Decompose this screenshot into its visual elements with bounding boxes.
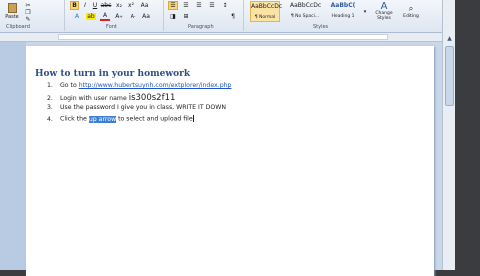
clipboard-group-label: Clipboard	[6, 24, 30, 30]
username-text: is300s2f11	[128, 93, 176, 103]
align-right-icon[interactable]: ☰	[194, 1, 204, 10]
change-styles-icon: A	[380, 1, 388, 12]
justify-icon[interactable]: ☰	[207, 1, 217, 10]
underline-button[interactable]: U	[91, 1, 99, 10]
group-labels: Clipboard Font Paragraph Styles	[0, 23, 480, 32]
borders-icon[interactable]: ⊞	[181, 12, 191, 21]
grow-font-icon[interactable]: A +	[114, 12, 124, 21]
list-number: 4.	[47, 115, 53, 123]
editing-label: Editing	[403, 14, 419, 19]
style-name: Heading 1	[331, 14, 355, 19]
ribbon: Paste ✂ ❐ ✎ B I U abc x₂ x² Aa A ab A A +…	[0, 0, 480, 33]
font-color-icon[interactable]: A	[100, 12, 110, 21]
font-group-label: Font	[106, 24, 117, 30]
styles-scroll-icon[interactable]: ▾	[362, 1, 368, 22]
document-page[interactable]	[26, 46, 434, 276]
style-sample: AaBbCcDc	[290, 2, 322, 9]
line-spacing-icon[interactable]: ↕	[220, 1, 230, 10]
window-border	[455, 0, 480, 270]
styles-group-label: Styles	[313, 24, 329, 30]
style-normal[interactable]: AaBbCcDc ¶ Normal	[250, 1, 283, 22]
superscript-button[interactable]: x²	[126, 1, 136, 10]
clear-formatting-icon[interactable]: Aa	[140, 1, 149, 10]
editing-button[interactable]: ⌕ Editing	[400, 0, 422, 23]
paste-label: Paste	[5, 14, 19, 20]
item-text-tail: to select and upload file	[116, 115, 193, 123]
ruler-text-area	[58, 34, 388, 40]
format-painter-icon[interactable]: ✎	[24, 16, 32, 23]
paragraph-group-label: Paragraph	[188, 24, 214, 30]
style-no-spacing[interactable]: AaBbCcDc ¶ No Spaci...	[290, 1, 322, 22]
document-heading[interactable]: How to turn in your homework	[35, 69, 190, 79]
subscript-button[interactable]: x₂	[114, 1, 124, 10]
vertical-ruler	[0, 42, 26, 270]
list-number: 1.	[47, 82, 53, 89]
vertical-scrollbar[interactable]: ▲	[442, 0, 456, 270]
align-center-icon[interactable]: ☰	[181, 1, 191, 10]
strikethrough-button[interactable]: abc	[101, 1, 112, 10]
horizontal-ruler[interactable]	[0, 33, 442, 42]
clipboard-icon	[7, 3, 17, 13]
bold-button[interactable]: B	[70, 1, 79, 10]
style-sample: AaBbCcDc	[251, 3, 283, 10]
list-item[interactable]: 3. Use the password I give you in class, …	[47, 104, 231, 115]
instruction-list[interactable]: 1. Go to http://www.hubertsuynh.com/extpl…	[47, 82, 231, 126]
text-cursor	[192, 115, 194, 122]
find-icon: ⌕	[408, 4, 414, 13]
style-heading-1[interactable]: AaBbC( Heading 1	[328, 1, 358, 22]
item-text: Login with user name	[60, 95, 129, 102]
item-text: Use the password I give you in class, WR…	[60, 104, 226, 111]
style-name: ¶ Normal	[254, 15, 276, 20]
change-case-icon[interactable]: Aa	[141, 12, 151, 21]
paste-button[interactable]: Paste	[2, 1, 22, 22]
style-name: ¶ No Spaci...	[290, 14, 320, 19]
italic-button[interactable]: I	[81, 1, 89, 10]
list-item[interactable]: 1. Go to http://www.hubertsuynh.com/extpl…	[47, 82, 231, 93]
shading-icon[interactable]: ◨	[168, 12, 178, 21]
show-formatting-icon[interactable]: ¶	[228, 12, 238, 21]
item-text: Click the	[60, 115, 89, 123]
scroll-thumb[interactable]	[445, 46, 454, 106]
highlight-icon[interactable]: ab	[86, 12, 96, 21]
selected-text[interactable]: up arrow	[88, 115, 117, 123]
change-styles-label: Change Styles	[375, 11, 393, 21]
copy-icon[interactable]: ❐	[24, 9, 32, 16]
style-sample: AaBbC(	[330, 2, 356, 9]
item-text: Go to	[60, 82, 79, 89]
change-styles-button[interactable]: A Change Styles	[371, 0, 397, 23]
list-item[interactable]: 4. Click the up arrow to select and uploa…	[47, 115, 231, 126]
list-number: 3.	[47, 104, 53, 111]
shrink-font-icon[interactable]: A-	[128, 12, 138, 21]
url-link[interactable]: http://www.hubertsuynh.com/extplorer/ind…	[79, 82, 232, 89]
text-effects-icon[interactable]: A	[72, 12, 82, 21]
align-left-icon[interactable]: ☰	[168, 1, 178, 10]
list-number: 2.	[47, 95, 53, 102]
cut-icon[interactable]: ✂	[24, 2, 32, 9]
list-item[interactable]: 2. Login with user name is300s2f11	[47, 93, 231, 104]
